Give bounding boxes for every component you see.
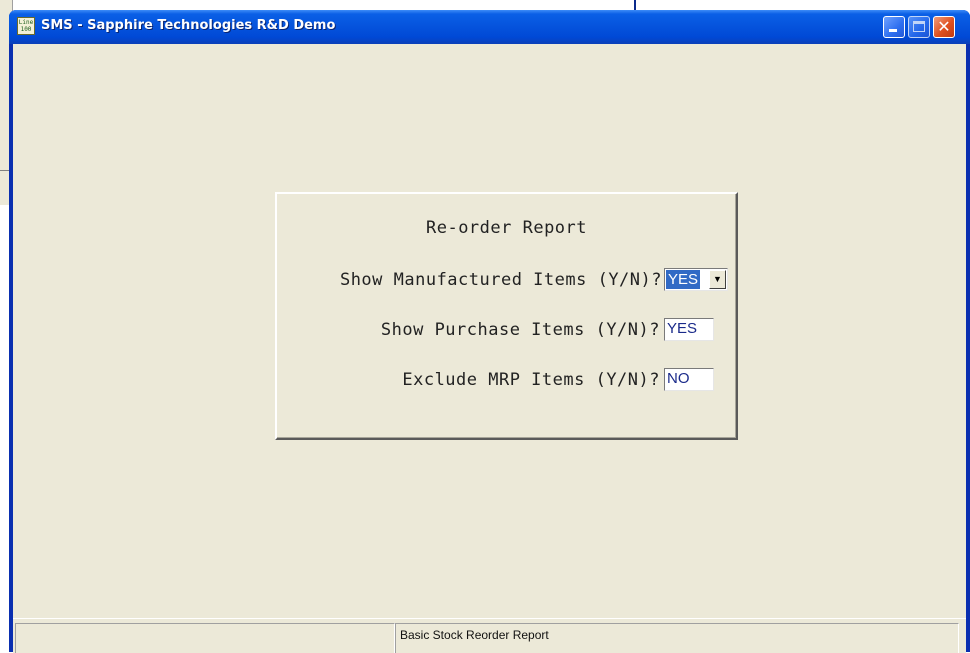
main-window: Line 100 SMS - Sapphire Technologies R&D…	[9, 10, 970, 653]
window-title: SMS - Sapphire Technologies R&D Demo	[41, 18, 336, 33]
question-label-exclude-mrp: Exclude MRP Items (Y/N)?	[402, 370, 660, 390]
app-icon[interactable]: Line 100	[17, 17, 35, 35]
maximize-button[interactable]	[908, 16, 930, 38]
question-label-manufactured: Show Manufactured Items (Y/N)?	[339, 270, 662, 290]
title-bar[interactable]: Line 100 SMS - Sapphire Technologies R&D…	[9, 10, 970, 44]
minimize-icon	[889, 29, 897, 32]
maximize-icon	[913, 21, 925, 32]
minimize-button[interactable]	[883, 16, 905, 38]
question-label-purchase: Show Purchase Items (Y/N)?	[380, 320, 660, 340]
reorder-report-panel: Re-order Report Show Manufactured Items …	[275, 192, 738, 440]
status-pane-message: Basic Stock Reorder Report	[395, 623, 959, 653]
app-icon-text: Line 100	[18, 19, 34, 33]
chevron-down-icon: ▼	[713, 274, 722, 284]
exclude-mrp-items-field[interactable]: NO	[664, 368, 714, 391]
close-icon: ✕	[937, 17, 951, 36]
purchase-items-field[interactable]: YES	[664, 318, 714, 341]
close-button[interactable]: ✕	[933, 16, 955, 38]
panel-title: Re-order Report	[425, 218, 588, 238]
status-pane-left	[15, 623, 395, 653]
manufactured-items-select[interactable]: YES ▼	[664, 268, 728, 291]
client-area: Re-order Report Show Manufactured Items …	[13, 44, 966, 653]
background-window-edge	[634, 0, 636, 10]
manufactured-items-value: YES	[666, 270, 701, 289]
dropdown-arrow-button[interactable]: ▼	[709, 270, 726, 289]
status-bar: Basic Stock Reorder Report	[13, 618, 966, 653]
